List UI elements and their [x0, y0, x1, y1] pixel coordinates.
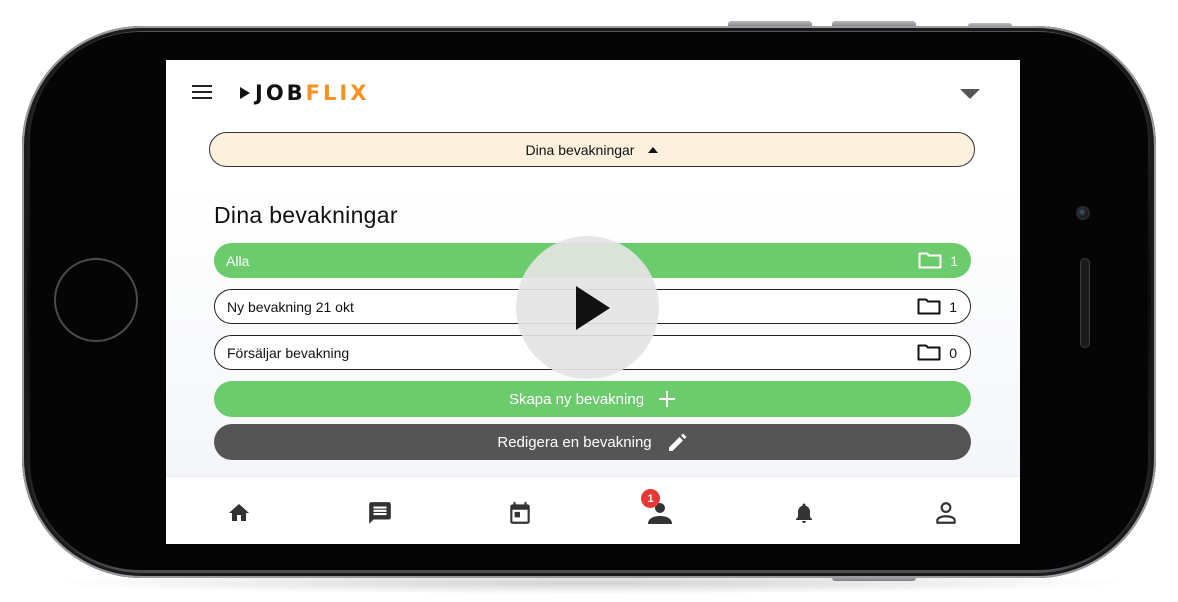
profile-icon: [936, 502, 956, 524]
edit-watchlist-button[interactable]: Redigera en bevakning: [214, 424, 971, 460]
home-icon: [229, 504, 249, 521]
toggle-label: Dina bevakningar: [525, 141, 635, 158]
nav-notifications[interactable]: [786, 495, 822, 531]
nav-profile[interactable]: [928, 495, 964, 531]
nav-home[interactable]: [221, 495, 257, 531]
folder-icon: [917, 344, 941, 361]
bell-icon: [796, 503, 812, 523]
camera-icon: [1076, 206, 1090, 220]
calendar-icon: [510, 502, 530, 524]
play-icon: [575, 285, 610, 330]
folder-icon: [917, 298, 941, 315]
create-watchlist-label: Skapa ny bevakning: [508, 390, 645, 408]
home-hardware-button: [54, 258, 138, 342]
notification-badge: 1: [641, 489, 660, 508]
bottom-navigation: 1: [166, 476, 1020, 544]
section-title: Dina bevakningar: [214, 202, 398, 228]
watchlist-count: 1: [949, 298, 957, 315]
logo-text-job: JOB: [255, 81, 306, 105]
caret-up-icon: [648, 146, 659, 153]
watchlist-count: 0: [949, 344, 957, 361]
create-watchlist-button[interactable]: Skapa ny bevakning: [214, 381, 971, 417]
watchlist-count: 1: [950, 252, 958, 269]
nav-candidates[interactable]: 1: [640, 489, 676, 531]
caret-down-icon[interactable]: [960, 89, 980, 99]
nav-messages[interactable]: [362, 495, 398, 531]
speaker-grille: [1080, 258, 1090, 348]
chat-icon: [369, 502, 391, 524]
nav-calendar[interactable]: [502, 495, 538, 531]
top-bar: JOB FLIX: [166, 60, 1020, 124]
logo-play-icon: [240, 87, 250, 99]
plus-icon: [659, 391, 676, 407]
watchlists-toggle-button[interactable]: Dina bevakningar: [209, 132, 975, 167]
logo-text-flix: FLIX: [305, 81, 370, 105]
video-play-button[interactable]: [516, 236, 659, 379]
folder-icon: [918, 252, 942, 269]
pencil-icon: [668, 433, 687, 451]
edit-watchlist-label: Redigera en bevakning: [497, 433, 652, 451]
jobflix-logo[interactable]: JOB FLIX: [240, 81, 369, 105]
hamburger-menu-icon[interactable]: [192, 85, 212, 99]
